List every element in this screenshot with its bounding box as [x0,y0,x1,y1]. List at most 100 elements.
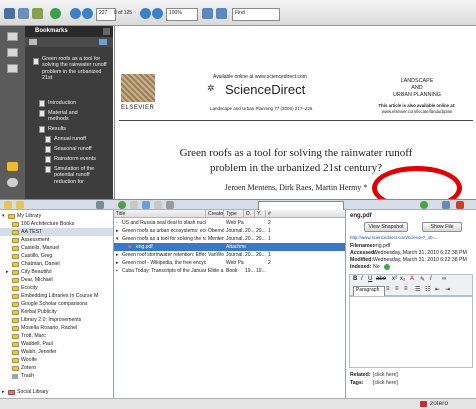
align-center-icon[interactable]: ≡ [395,286,399,292]
previous-page-icon[interactable] [70,8,81,19]
page-number-input[interactable]: 227 [96,8,116,21]
expand-icon[interactable]: ▸ [116,227,121,235]
locate-icon[interactable] [154,201,162,209]
show-file-button[interactable]: Show File [422,222,462,232]
collection-item[interactable]: ▾ My Library [0,212,113,220]
expand-icon[interactable]: ▸ [6,268,9,276]
expand-icon[interactable]: ▸ [2,388,5,396]
note-editor[interactable] [349,296,473,368]
collection-item[interactable]: Kerbal Publicity [0,308,113,316]
column-type[interactable]: Type [224,210,244,218]
table-row[interactable]: ▸ Green roofs as urban ecosystems: ecolo… [114,227,345,235]
indent-icon[interactable]: ⇥ [445,286,450,293]
table-row[interactable]: ▪ Cuba Today: Transcripts of the January… [114,267,345,275]
view-snapshot-button[interactable]: View Snapshot [364,222,408,232]
collection-item[interactable]: Library 2.0: Improvements [0,316,113,324]
collection-item[interactable]: Embedding Libraries In Course M [0,292,113,300]
clear-format-icon[interactable]: 𝐼 [430,276,432,283]
pages-icon[interactable] [7,32,18,41]
options-icon[interactable] [29,39,37,45]
table-row-selected[interactable]: ■ eng.pdf Attachment [114,243,345,251]
new-note-icon[interactable] [130,201,138,209]
zotero-logo-icon[interactable] [420,401,427,407]
collapse-icon[interactable]: ▾ [116,235,121,243]
superscript-icon[interactable]: x² [392,276,397,282]
collection-item[interactable]: Walsh, Jennifer [0,348,113,356]
collection-item[interactable]: Ecocity [0,284,113,292]
collection-item[interactable]: Castells, Manuel [0,244,113,252]
column-date[interactable]: D. [244,210,255,218]
collection-item[interactable]: Dear, Michael [0,276,113,284]
collaborate-icon[interactable] [50,8,61,19]
new-collection-icon[interactable] [4,201,12,209]
table-row[interactable]: ▸ Green roof stormwater retention: Effec… [114,251,345,259]
actions-icon[interactable] [96,201,104,209]
link-icon[interactable] [166,201,174,209]
expand-icon[interactable] [99,39,107,45]
bookmark-item[interactable]: Results [48,126,110,132]
bold-icon[interactable]: B [353,276,357,282]
fullscreen-icon[interactable] [442,201,450,209]
numbered-list-icon[interactable]: ☷ [425,286,430,293]
reindex-icon[interactable] [384,264,390,270]
fit-width-icon[interactable] [216,8,227,19]
collection-item[interactable]: Google Scholar comparisons [0,300,113,308]
collection-item[interactable]: Castillo, Greg [0,252,113,260]
text-color-icon[interactable]: A [410,276,414,282]
column-creator[interactable]: Creator [206,210,224,218]
bookmark-item[interactable]: Seasonal runoff [54,146,110,152]
collection-item[interactable]: Chatman, Daniel [0,260,113,268]
bookmark-item[interactable]: Rainstorm events [54,156,110,162]
attachment-link[interactable]: http://www.sciencedirect.com/science?_ob… [350,235,472,240]
table-row[interactable]: ▸ Green roof - Wikipedia, the free encyc… [114,259,345,267]
sync-icon[interactable] [420,201,428,209]
column-title[interactable]: Title [114,210,206,218]
collection-item[interactable]: AA TEST [0,228,113,236]
related-value[interactable]: [click here] [373,372,398,378]
link-icon[interactable]: ∞ [442,276,446,282]
table-row[interactable]: ▫ US and Russia seal deal to slash nucle… [114,219,345,227]
share-icon[interactable] [32,8,43,19]
expand-icon[interactable]: ▸ [116,251,121,259]
bookmark-item[interactable]: Simulation of the potential runoff reduc… [54,166,108,185]
expand-icon[interactable]: ▸ [116,259,121,267]
collection-item[interactable]: Waddell, Paul [0,340,113,348]
highlight-icon[interactable]: ✎ [420,276,425,283]
bullet-list-icon[interactable]: ☰ [415,286,420,293]
new-item-icon[interactable] [118,201,126,209]
next-page-icon[interactable] [82,8,93,19]
collection-item[interactable]: Assessment [0,236,113,244]
find-input[interactable]: Find [232,8,280,21]
bookmark-item[interactable]: Material and methods [48,110,88,123]
italic-icon[interactable]: I [361,276,363,282]
new-group-icon[interactable] [16,201,24,209]
collapse-icon[interactable]: ▾ [2,212,5,220]
zotero-brand[interactable]: zotero [430,400,448,407]
table-row[interactable]: ▾ Green roofs as a tool for solving the … [114,235,345,243]
bookmark-item[interactable]: Introduction [48,100,110,106]
collection-item[interactable]: Trott, Marc [0,332,113,340]
link-icon[interactable] [7,178,18,187]
attach-icon[interactable] [142,201,150,209]
attachments-icon[interactable] [7,64,18,73]
collection-item[interactable]: ▸ Social Library [0,388,113,396]
outdent-icon[interactable]: ⇤ [435,286,440,293]
column-count[interactable]: # [266,210,345,218]
underline-icon[interactable]: U [368,276,372,282]
collection-item[interactable]: Trash [0,372,113,380]
close-icon[interactable] [103,28,110,35]
bookmark-item[interactable]: Annual runoff [54,136,110,142]
collection-item[interactable]: Woolfe [0,356,113,364]
close-icon[interactable] [456,201,464,209]
save-icon[interactable] [18,8,29,19]
print-icon[interactable] [4,8,15,19]
zoom-out-icon[interactable] [140,8,151,19]
fit-page-icon[interactable] [202,8,213,19]
tags-value[interactable]: [click here] [373,380,398,386]
strikethrough-icon[interactable]: abe [376,276,386,282]
column-year[interactable]: Y. [255,210,266,218]
zoom-in-icon[interactable] [152,8,163,19]
align-left-icon[interactable]: ≡ [386,286,390,292]
collection-item[interactable]: 100 Architecture Books [0,220,113,228]
align-right-icon[interactable]: ≡ [404,286,408,292]
